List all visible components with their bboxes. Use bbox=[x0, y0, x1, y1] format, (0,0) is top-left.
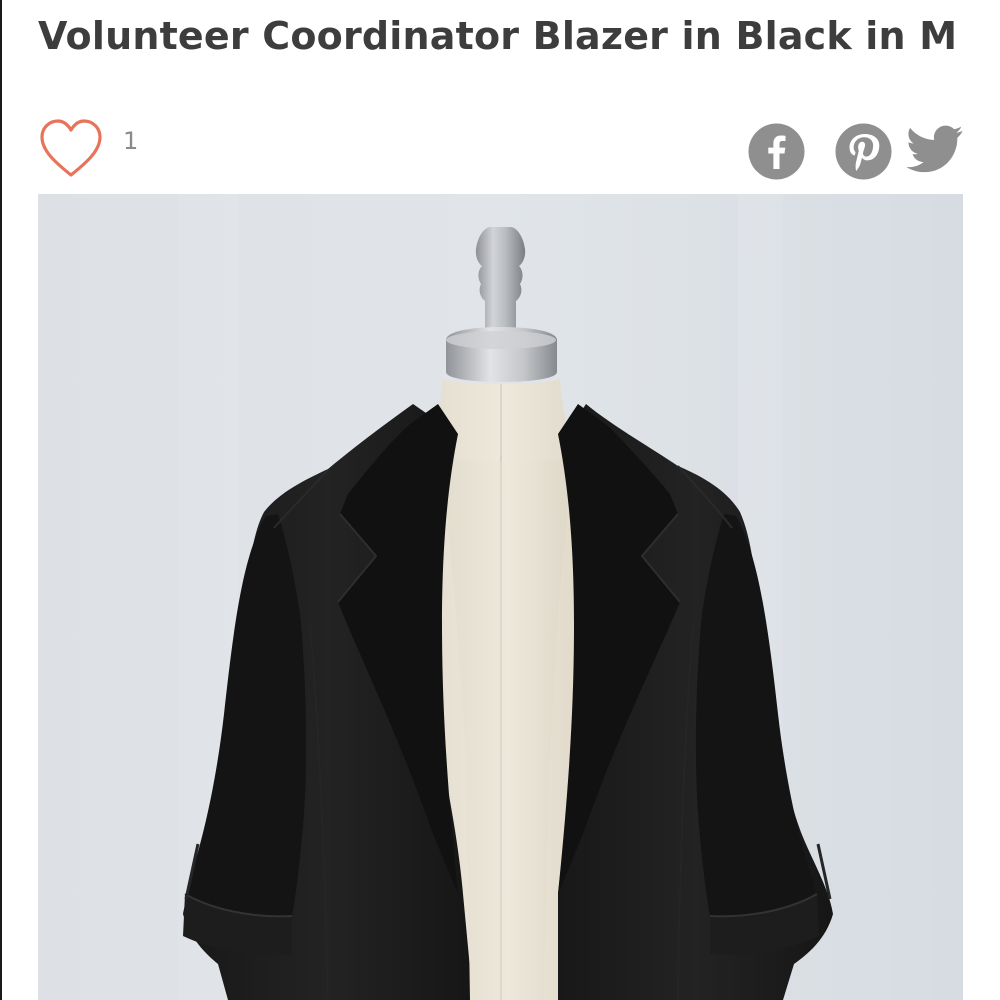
share-facebook-button[interactable] bbox=[748, 123, 805, 180]
like-button[interactable] bbox=[38, 117, 104, 181]
heart-outline-icon bbox=[40, 119, 102, 177]
product-image[interactable] bbox=[38, 194, 963, 1000]
left-edge-divider bbox=[0, 0, 2, 1000]
like-count: 1 bbox=[123, 127, 139, 155]
facebook-icon bbox=[748, 123, 805, 180]
share-pinterest-button[interactable] bbox=[835, 123, 892, 180]
product-title: Volunteer Coordinator Blazer in Black in… bbox=[38, 14, 958, 58]
share-twitter-button[interactable] bbox=[906, 125, 964, 175]
pinterest-icon bbox=[835, 123, 892, 180]
twitter-icon bbox=[906, 125, 963, 173]
listing-page: Volunteer Coordinator Blazer in Black in… bbox=[0, 0, 1000, 1000]
product-photo-blazer-on-dress-form bbox=[38, 194, 963, 1000]
